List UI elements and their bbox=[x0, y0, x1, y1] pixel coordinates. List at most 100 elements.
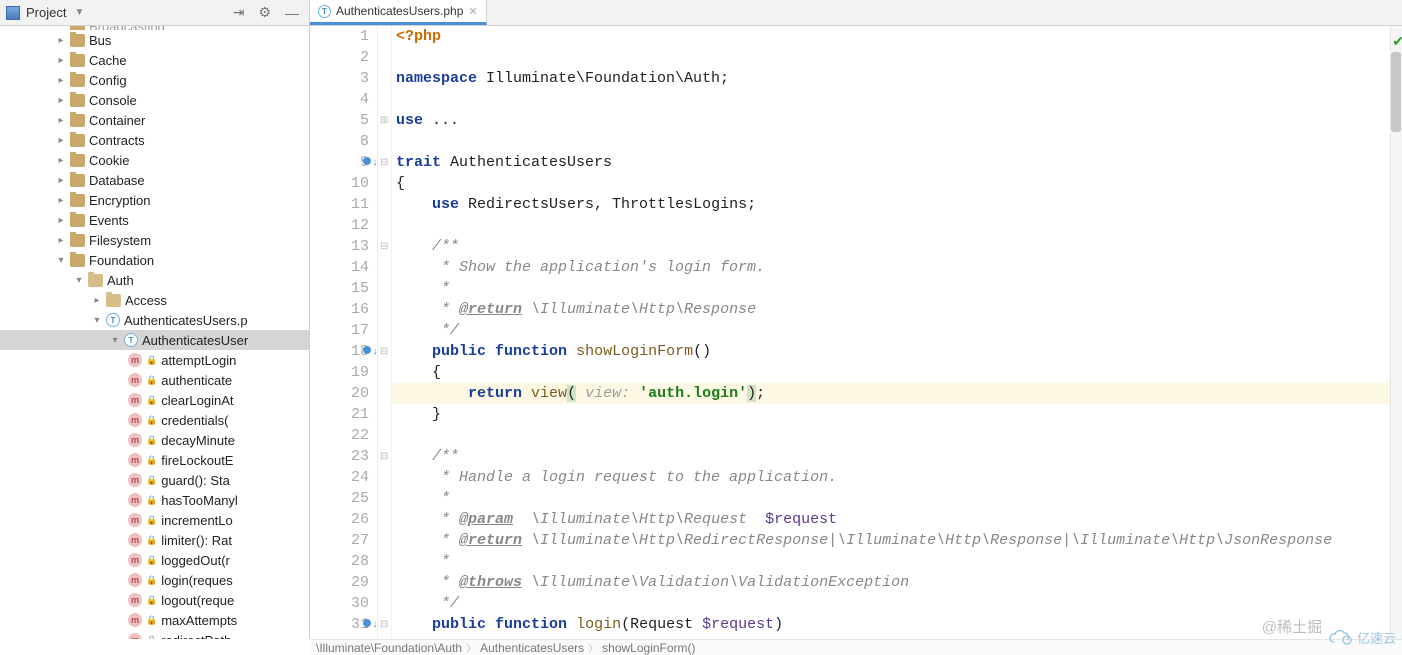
project-tree[interactable]: Broadcasting▸Bus▸Cache▸Config▸Console▸Co… bbox=[0, 26, 310, 639]
tree-folder[interactable]: ▸Cookie bbox=[0, 150, 309, 170]
code-line[interactable]: * bbox=[392, 551, 1402, 572]
code-line[interactable] bbox=[392, 47, 1402, 68]
tree-folder[interactable]: ▸Container bbox=[0, 110, 309, 130]
expand-arrow-icon[interactable]: ▸ bbox=[56, 95, 66, 106]
tree-method[interactable]: m🔒fireLockoutE bbox=[0, 450, 309, 470]
project-label[interactable]: Project bbox=[26, 5, 66, 20]
code-line[interactable]: { bbox=[392, 173, 1402, 194]
fold-toggle-icon[interactable]: ⊟ bbox=[380, 157, 388, 169]
expand-arrow-icon[interactable]: ▸ bbox=[56, 155, 66, 166]
tree-method[interactable]: m🔒hasTooManyl bbox=[0, 490, 309, 510]
fold-toggle-icon[interactable]: ⊟ bbox=[380, 346, 388, 358]
expand-arrow-icon[interactable]: ▸ bbox=[56, 215, 66, 226]
code-line[interactable]: public function showLoginForm() bbox=[392, 341, 1402, 362]
expand-arrow-icon[interactable]: ▸ bbox=[56, 175, 66, 186]
code-line[interactable] bbox=[392, 425, 1402, 446]
code-line[interactable]: */ bbox=[392, 593, 1402, 614]
tree-method[interactable]: m🔒attemptLogin bbox=[0, 350, 309, 370]
crumb-class[interactable]: AuthenticatesUsers bbox=[480, 641, 584, 655]
expand-arrow-icon[interactable]: ▸ bbox=[92, 295, 102, 306]
collapse-icon[interactable]: ⇥ bbox=[229, 4, 249, 21]
expand-arrow-icon[interactable]: ▸ bbox=[56, 135, 66, 146]
code-line[interactable]: /** bbox=[392, 446, 1402, 467]
code-editor[interactable]: 1234589101112131415161718192021222324252… bbox=[310, 26, 1402, 639]
code-area[interactable]: <?php namespace Illuminate\Foundation\Aut… bbox=[392, 26, 1402, 639]
code-line[interactable] bbox=[392, 215, 1402, 236]
tree-method[interactable]: m🔒login(reques bbox=[0, 570, 309, 590]
tree-method[interactable]: m🔒incrementLo bbox=[0, 510, 309, 530]
code-line[interactable]: use ... bbox=[392, 110, 1402, 131]
tree-class[interactable]: ▾TAuthenticatesUser bbox=[0, 330, 309, 350]
expand-arrow-icon[interactable]: ▾ bbox=[110, 335, 120, 346]
fold-column[interactable]: ⊞ ⊟ ⊟ ⊟ ⊟ ⊟ bbox=[378, 26, 392, 639]
code-line[interactable]: trait AuthenticatesUsers bbox=[392, 152, 1402, 173]
code-line[interactable]: public function login(Request $request) bbox=[392, 614, 1402, 635]
tree-folder[interactable]: ▸Events bbox=[0, 210, 309, 230]
fold-toggle-icon[interactable]: ⊟ bbox=[380, 451, 388, 463]
code-line[interactable]: return view( view: 'auth.login'); bbox=[392, 383, 1402, 404]
tree-folder[interactable]: ▸Filesystem bbox=[0, 230, 309, 250]
crumb-namespace[interactable]: \Illuminate\Foundation\Auth bbox=[316, 641, 462, 655]
code-line[interactable]: * @throws \Illuminate\Validation\Validat… bbox=[392, 572, 1402, 593]
tree-folder[interactable]: ▸Access bbox=[0, 290, 309, 310]
code-line[interactable]: * @return \Illuminate\Http\RedirectRespo… bbox=[392, 530, 1402, 551]
tree-method[interactable]: m🔒clearLoginAt bbox=[0, 390, 309, 410]
tab-authenticates-users[interactable]: T AuthenticatesUsers.php ✕ bbox=[310, 0, 487, 25]
tree-method[interactable]: m🔒guard(): Sta bbox=[0, 470, 309, 490]
code-line[interactable] bbox=[392, 131, 1402, 152]
expand-arrow-icon[interactable]: ▾ bbox=[56, 255, 66, 266]
tree-folder[interactable]: ▸Database bbox=[0, 170, 309, 190]
tree-folder[interactable]: ▸Console bbox=[0, 90, 309, 110]
tree-folder[interactable]: ▸Contracts bbox=[0, 130, 309, 150]
expand-arrow-icon[interactable]: ▸ bbox=[56, 235, 66, 246]
tree-method[interactable]: m🔒redirectPath bbox=[0, 630, 309, 639]
code-line[interactable] bbox=[392, 89, 1402, 110]
expand-arrow-icon[interactable]: ▸ bbox=[56, 115, 66, 126]
code-line[interactable]: */ bbox=[392, 320, 1402, 341]
code-line[interactable]: * bbox=[392, 488, 1402, 509]
expand-arrow-icon[interactable]: ▸ bbox=[56, 75, 66, 86]
close-icon[interactable]: ✕ bbox=[468, 5, 477, 18]
tree-folder[interactable]: ▸Encryption bbox=[0, 190, 309, 210]
crumb-method[interactable]: showLoginForm() bbox=[602, 641, 695, 655]
code-line[interactable]: * Handle a login request to the applicat… bbox=[392, 467, 1402, 488]
tree-folder[interactable]: ▾Foundation bbox=[0, 250, 309, 270]
expand-arrow-icon[interactable]: ▸ bbox=[56, 35, 66, 46]
tree-method[interactable]: m🔒logout(reque bbox=[0, 590, 309, 610]
fold-toggle-icon[interactable]: ⊟ bbox=[380, 619, 388, 631]
expand-arrow-icon[interactable]: ▾ bbox=[74, 275, 84, 286]
code-line[interactable]: * @return \Illuminate\Http\Response bbox=[392, 299, 1402, 320]
tree-class[interactable]: ▾TAuthenticatesUsers.p bbox=[0, 310, 309, 330]
expand-arrow-icon[interactable]: ▾ bbox=[92, 315, 102, 326]
gear-icon[interactable]: ⚙ bbox=[254, 4, 275, 21]
tree-folder[interactable]: ▾Auth bbox=[0, 270, 309, 290]
tree-label: loggedOut(r bbox=[161, 553, 230, 568]
fold-toggle-icon[interactable]: ⊟ bbox=[380, 241, 388, 253]
code-line[interactable]: * Show the application's login form. bbox=[392, 257, 1402, 278]
code-line[interactable]: { bbox=[392, 362, 1402, 383]
tree-method[interactable]: m🔒limiter(): Rat bbox=[0, 530, 309, 550]
code-line[interactable]: <?php bbox=[392, 26, 1402, 47]
code-line[interactable]: * @param \Illuminate\Http\Request $reque… bbox=[392, 509, 1402, 530]
code-line[interactable]: } bbox=[392, 404, 1402, 425]
tree-folder[interactable]: ▸Bus bbox=[0, 30, 309, 50]
hide-icon[interactable]: — bbox=[281, 5, 303, 21]
tree-method[interactable]: m🔒decayMinute bbox=[0, 430, 309, 450]
tree-method[interactable]: m🔒loggedOut(r bbox=[0, 550, 309, 570]
tree-method[interactable]: m🔒maxAttempts bbox=[0, 610, 309, 630]
tree-folder[interactable]: ▸Cache bbox=[0, 50, 309, 70]
expand-arrow-icon[interactable]: ▸ bbox=[56, 195, 66, 206]
code-line[interactable]: * bbox=[392, 278, 1402, 299]
expand-arrow-icon[interactable]: ▸ bbox=[56, 55, 66, 66]
code-line[interactable]: namespace Illuminate\Foundation\Auth; bbox=[392, 68, 1402, 89]
tree-method[interactable]: m🔒credentials( bbox=[0, 410, 309, 430]
scrollbar-thumb[interactable] bbox=[1391, 52, 1401, 132]
vertical-scrollbar[interactable]: ✔ bbox=[1390, 26, 1402, 639]
breadcrumb[interactable]: \Illuminate\Foundation\Auth 〉 Authentica… bbox=[310, 639, 1402, 655]
fold-toggle-icon[interactable]: ⊞ bbox=[380, 115, 388, 127]
tree-method[interactable]: m🔒authenticate bbox=[0, 370, 309, 390]
code-line[interactable]: use RedirectsUsers, ThrottlesLogins; bbox=[392, 194, 1402, 215]
chevron-down-icon[interactable]: ▼ bbox=[74, 7, 84, 18]
tree-folder[interactable]: ▸Config bbox=[0, 70, 309, 90]
code-line[interactable]: /** bbox=[392, 236, 1402, 257]
